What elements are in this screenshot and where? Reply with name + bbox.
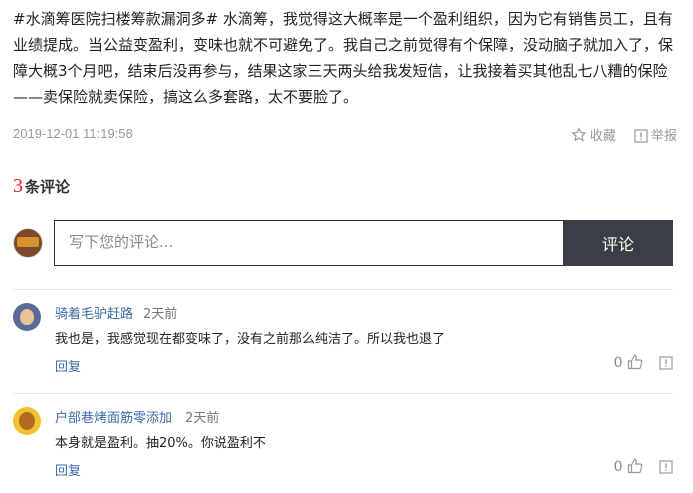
comment-input[interactable] <box>55 221 563 263</box>
report-icon <box>634 129 648 143</box>
divider <box>13 289 673 290</box>
comments-count-label: 条评论 <box>25 178 71 196</box>
comment-text: 本身就是盈利。抽20%。你说盈利不 <box>55 436 266 451</box>
thumbs-up-icon <box>627 458 643 474</box>
favorite-label: 收藏 <box>589 129 616 144</box>
reply-button[interactable]: 回复 <box>55 356 81 375</box>
comments-count: 3 <box>13 175 23 197</box>
avatar[interactable] <box>13 407 41 435</box>
post-text: #水滴筹医院扫楼筹款漏洞多# 水滴筹，我觉得这大概率是一个盈利组织，因为它有销售… <box>13 10 674 106</box>
favorite-button[interactable]: 收藏 <box>571 125 616 144</box>
post-meta: 2019-12-01 11:19:58 收藏 举报 <box>13 123 677 147</box>
submit-comment-button[interactable]: 评论 <box>563 220 673 266</box>
post-actions: 收藏 举报 <box>557 125 677 144</box>
comment-item: 骑着毛驴赶路 2天前 我也是，我感觉现在都变味了，没有之前那么纯洁了。所以我也退… <box>13 293 673 383</box>
comment-item: 户部巷烤面筋零添加 2天前 本身就是盈利。抽20%。你说盈利不 回复 0 <box>13 397 673 487</box>
star-icon <box>571 127 587 142</box>
thumbs-up-icon <box>627 354 643 370</box>
report-comment-button[interactable] <box>659 459 673 478</box>
comment-time: 2天前 <box>143 307 178 322</box>
like-count: 0 <box>613 355 623 371</box>
comment-user[interactable]: 户部巷烤面筋零添加 <box>55 407 172 426</box>
post-time: 2019-12-01 11:19:58 <box>13 126 133 141</box>
like-button[interactable]: 0 <box>614 458 643 475</box>
comment-form: 评论 <box>13 220 673 266</box>
like-count: 0 <box>613 459 623 475</box>
report-label: 举报 <box>650 129 677 144</box>
like-button[interactable]: 0 <box>614 354 643 371</box>
reply-button[interactable]: 回复 <box>55 460 81 479</box>
report-button[interactable]: 举报 <box>634 125 677 144</box>
comment-time: 2天前 <box>185 411 220 426</box>
divider <box>13 393 673 394</box>
comments-count-title: 3 条评论 <box>13 175 70 198</box>
comment-input-wrapper <box>54 220 563 266</box>
avatar[interactable] <box>13 303 41 331</box>
flag-icon <box>659 460 673 474</box>
current-user-avatar <box>13 228 43 258</box>
flag-icon <box>659 356 673 370</box>
comment-user[interactable]: 骑着毛驴赶路 <box>55 303 133 322</box>
comment-text: 我也是，我感觉现在都变味了，没有之前那么纯洁了。所以我也退了 <box>55 332 446 347</box>
report-comment-button[interactable] <box>659 355 673 374</box>
